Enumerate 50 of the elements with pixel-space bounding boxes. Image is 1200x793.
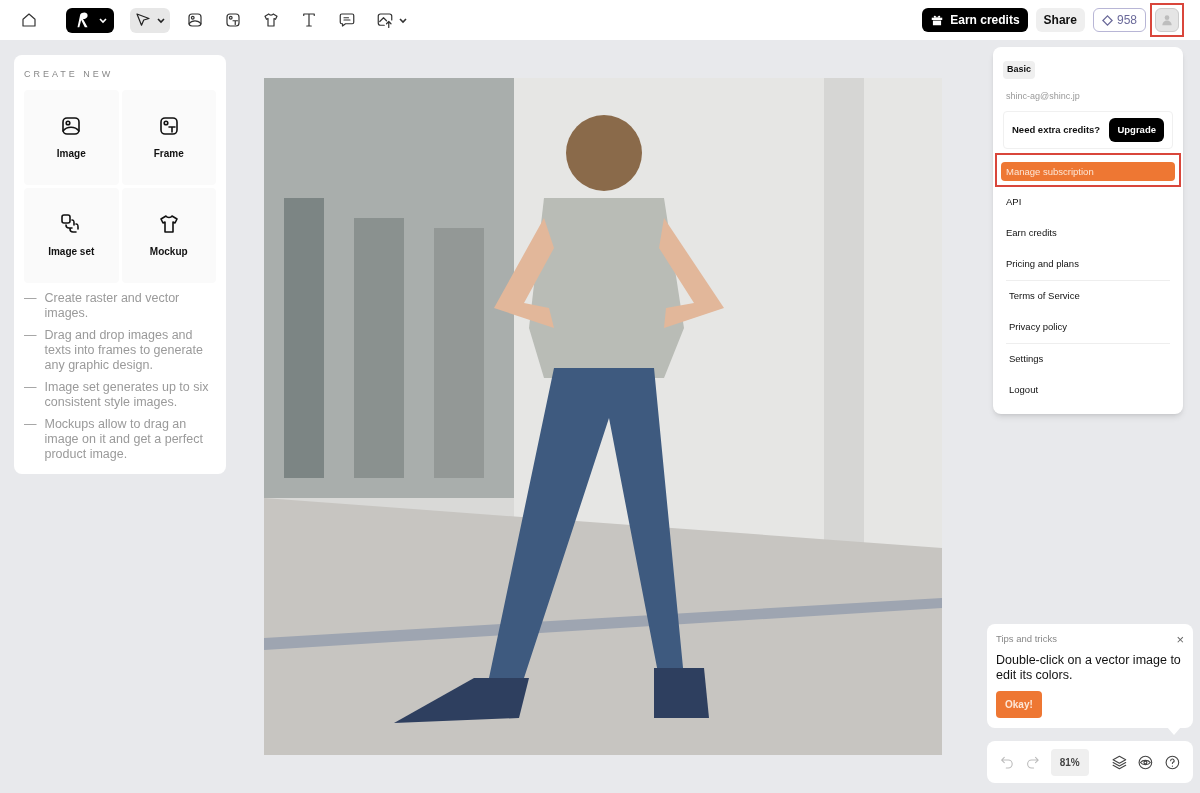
tip-text: Create raster and vector images. (44, 290, 181, 321)
help-icon[interactable] (1164, 753, 1181, 771)
layers-icon[interactable] (1110, 753, 1128, 771)
account-email: shinc-ag@shinc.jp (1005, 90, 1081, 103)
menu-item[interactable]: Pricing and plans (1003, 248, 1173, 280)
dash-mark: — (24, 290, 37, 307)
tip-text: Drag and drop images and texts into frames to generate any graphic design. (44, 327, 204, 373)
upload-image-icon (376, 11, 394, 29)
credits-button[interactable]: 958 (1092, 8, 1146, 32)
dash-mark: — (24, 327, 37, 344)
tip-text: Image set generates up to six consistent style images. (44, 379, 210, 410)
dash-mark: — (24, 416, 37, 433)
credits-prompt: Need extra credits? (1012, 122, 1101, 137)
home-icon (20, 11, 38, 29)
panel-title: CREATE NEW (24, 68, 115, 81)
tool-button[interactable] (130, 7, 170, 33)
caret-icon (398, 15, 408, 25)
user-icon (1160, 13, 1174, 27)
image-icon (186, 11, 204, 29)
menu-item[interactable]: Settings (1006, 343, 1170, 375)
menu-item[interactable]: Logout (1006, 374, 1170, 406)
logo-menu-button[interactable] (66, 7, 114, 33)
comment-icon (338, 11, 356, 29)
dash-mark: — (24, 379, 37, 396)
earn-credits-button[interactable]: Earn credits (922, 8, 1028, 32)
share-button[interactable]: Share (1035, 8, 1085, 32)
shirt-icon (262, 11, 280, 29)
menu-item[interactable]: Privacy policy (1006, 311, 1170, 343)
create-option[interactable]: Image (24, 89, 119, 185)
close-button[interactable]: × (1176, 632, 1184, 646)
menu-item[interactable]: Terms of Service (1006, 280, 1170, 312)
create-option[interactable]: Image set (24, 187, 119, 283)
create-option[interactable]: Mockup (121, 187, 216, 283)
text-icon (300, 11, 318, 29)
frame-icon (224, 11, 242, 29)
plan-badge: Basic (1003, 61, 1036, 79)
caret-icon (156, 15, 166, 25)
eye-icon[interactable] (1137, 753, 1155, 771)
tip-text: Mockups allow to drag an image on it and get a perfect product image. (44, 416, 204, 462)
gift-icon (930, 13, 945, 27)
create-option[interactable]: Frame (121, 89, 216, 185)
zoom-level-button[interactable]: 81% (1050, 748, 1089, 776)
upgrade-button[interactable]: Upgrade (1109, 117, 1164, 142)
pointer-icon (134, 11, 152, 29)
caret-icon (98, 15, 108, 25)
menu-item[interactable]: Earn credits (1003, 217, 1173, 249)
diamond-icon (1101, 14, 1113, 26)
tip-title: Tips and tricks (996, 632, 1057, 646)
tip-message: Double-click on a vector image to edit its colors. (996, 653, 1182, 684)
menu-item[interactable]: API (1003, 186, 1173, 218)
